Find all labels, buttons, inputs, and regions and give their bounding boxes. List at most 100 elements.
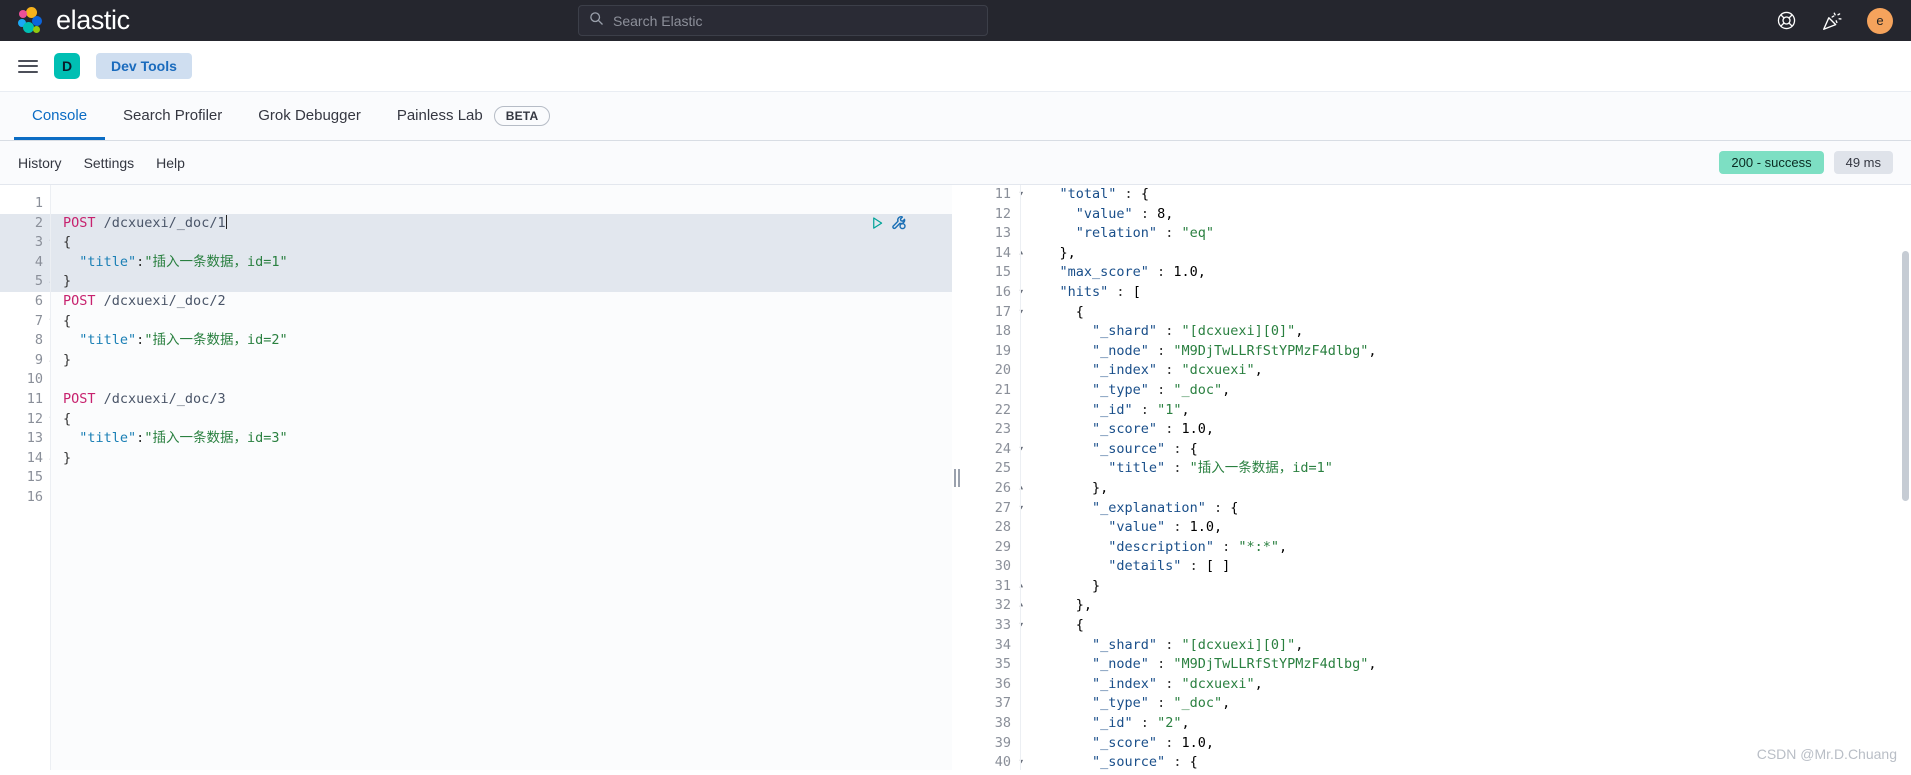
menu-settings[interactable]: Settings: [84, 155, 135, 171]
watermark: CSDN @Mr.D.Chuang: [1756, 746, 1897, 762]
editor-code-line[interactable]: [51, 468, 952, 488]
editor-code-line[interactable]: POST /dcxuexi/_doc/2: [51, 292, 952, 312]
editor-line-number: 13: [26, 430, 43, 447]
tab-bar: Console Search Profiler Grok Debugger Pa…: [0, 92, 1911, 141]
breadcrumb-dev-tools[interactable]: Dev Tools: [96, 53, 192, 79]
play-triangle-icon[interactable]: [870, 216, 885, 231]
response-code-line: "description" : "*:*",: [1108, 538, 1288, 555]
status-duration-badge: 49 ms: [1833, 151, 1893, 174]
space-badge[interactable]: D: [54, 53, 80, 79]
response-code-line: "value" : 1.0,: [1108, 519, 1223, 536]
response-line-number: 30: [994, 558, 1011, 575]
editor-line-number: 9▴: [34, 351, 54, 368]
editor-line-number: 15: [26, 469, 43, 486]
console-action-bar: History Settings Help 200 - success 49 m…: [0, 141, 1911, 185]
editor-code-line[interactable]: {: [51, 233, 952, 253]
response-line-number: 28: [994, 519, 1011, 536]
editor-code-line[interactable]: }: [51, 351, 952, 371]
editor-code-line[interactable]: "title":"插入一条数据，id=2": [51, 331, 952, 351]
search-placeholder-text: Search Elastic: [613, 12, 703, 29]
editor-code-line[interactable]: {: [51, 312, 952, 332]
editor-code-area[interactable]: POST /dcxuexi/_doc/1{ "title":"插入一条数据，id…: [50, 185, 952, 770]
response-code-line: }: [1027, 577, 1101, 594]
response-line-number: 15: [994, 264, 1011, 281]
lifebuoy-icon[interactable]: [1776, 10, 1797, 31]
editor-line-number: 10: [26, 371, 43, 388]
tab-painless-lab[interactable]: Painless Lab BETA: [379, 94, 568, 140]
request-editor-pane[interactable]: 1 23▾45▴6 7▾ 8 9▴ 10 11 12▾ 13 14▴ 15 16 POST /dcxu…: [0, 185, 952, 770]
response-code-line: "_node" : "M9DjTwLLRfStYPMzF4dlbg",: [1092, 656, 1377, 673]
response-line-number: 25: [994, 460, 1011, 477]
menu-help[interactable]: Help: [156, 155, 185, 171]
editor-code-line[interactable]: "title":"插入一条数据，id=3": [51, 429, 952, 449]
response-line-number: 32 ▴: [994, 597, 1024, 614]
response-code-line: "_id" : "2",: [1092, 715, 1190, 732]
response-line-number: 34: [994, 636, 1011, 653]
response-code-line: "_score" : 1.0,: [1092, 421, 1214, 438]
response-line-number: 20: [994, 362, 1011, 379]
response-line-number: 40 ▾: [994, 754, 1024, 770]
top-right-actions: e: [1776, 0, 1893, 41]
response-code-area: "total" : { "value" : 8, "relation" : "e…: [1020, 185, 1911, 770]
editor-code-line[interactable]: POST /dcxuexi/_doc/1: [51, 213, 952, 234]
response-code-line: "details" : [ ]: [1108, 558, 1231, 575]
editor-code-line[interactable]: }: [51, 449, 952, 469]
search-input[interactable]: Search Elastic: [578, 5, 988, 36]
tab-console[interactable]: Console: [14, 94, 106, 140]
editor-gutter: 1 23▾45▴6 7▾ 8 9▴ 10 11 12▾ 13 14▴ 15 16: [0, 185, 54, 770]
elastic-brand[interactable]: elastic: [18, 5, 130, 36]
response-code-line: {: [1027, 303, 1084, 320]
response-line-number: 12: [994, 205, 1011, 222]
console-menu: History Settings Help: [18, 155, 185, 171]
response-line-number: 26 ▴: [994, 479, 1024, 496]
editor-code-line[interactable]: [51, 488, 952, 508]
splitter-grip: [954, 468, 960, 487]
tab-painless-lab-label: Painless Lab: [396, 107, 483, 124]
response-line-number: 14 ▴: [994, 244, 1024, 261]
response-code-line: {: [1027, 617, 1084, 634]
hamburger-menu-icon[interactable]: [18, 56, 38, 76]
response-line-number: 38: [994, 715, 1011, 732]
pane-splitter[interactable]: [952, 185, 962, 770]
response-pane[interactable]: 11 ▾ 12 13 14 ▴ 15 16 ▾ 17 ▾ 18 19 20 21 22 23 24 ▾ 25 26 ▴ 27…: [962, 185, 1911, 770]
beta-badge: BETA: [493, 105, 551, 126]
response-scrollbar[interactable]: [1902, 251, 1909, 501]
response-code-line: "_type" : "_doc",: [1092, 695, 1231, 712]
response-line-number: 19: [994, 342, 1011, 359]
editor-line-number: 1: [34, 195, 43, 211]
editor-code-line[interactable]: {: [51, 410, 952, 430]
user-avatar[interactable]: e: [1867, 7, 1893, 34]
editor-code-line[interactable]: [51, 194, 952, 214]
tab-grok-debugger-label: Grok Debugger: [258, 107, 361, 124]
party-popper-icon[interactable]: [1821, 10, 1843, 32]
tab-grok-debugger[interactable]: Grok Debugger: [240, 94, 379, 140]
tab-search-profiler[interactable]: Search Profiler: [105, 94, 240, 140]
request-status-group: 200 - success 49 ms: [1719, 151, 1893, 174]
editor-line-number: 2: [0, 213, 50, 234]
editor-code-line[interactable]: "title":"插入一条数据，id=1": [51, 252, 952, 273]
menu-history[interactable]: History: [18, 155, 62, 171]
editor-line-number: 3▾: [0, 233, 54, 253]
brand-name: elastic: [56, 5, 130, 35]
editor-line-number: 6: [34, 292, 43, 309]
global-search[interactable]: Search Elastic: [578, 5, 988, 36]
response-code-line: },: [1027, 479, 1109, 496]
editor-code-line[interactable]: [51, 370, 952, 390]
response-line-number: 39: [994, 734, 1011, 751]
wrench-icon[interactable]: [891, 215, 908, 232]
response-code-line: "_shard" : "[dcxuexi][0]",: [1092, 636, 1304, 653]
response-line-number: 31 ▴: [994, 577, 1024, 594]
tab-search-profiler-label: Search Profiler: [123, 107, 223, 124]
response-code-line: "_shard" : "[dcxuexi][0]",: [1092, 323, 1304, 340]
response-code-line: },: [1027, 244, 1076, 261]
editor-code-line[interactable]: POST /dcxuexi/_doc/3: [51, 390, 952, 410]
response-line-number: 27 ▾: [994, 499, 1024, 516]
editor-line-number: 5▴: [0, 272, 54, 292]
editor-line-number: 4: [0, 252, 50, 273]
editor-code-line[interactable]: }: [51, 272, 952, 292]
request-editor[interactable]: 1 23▾45▴6 7▾ 8 9▴ 10 11 12▾ 13 14▴ 15 16 POST /dcxu…: [0, 185, 952, 770]
response-code-line: "_explanation" : {: [1092, 499, 1239, 516]
response-viewer[interactable]: 11 ▾ 12 13 14 ▴ 15 16 ▾ 17 ▾ 18 19 20 21 22 23 24 ▾ 25 26 ▴ 27…: [962, 185, 1911, 770]
editor-line-number: 14▴: [26, 449, 54, 466]
response-line-number: 35: [994, 656, 1011, 673]
